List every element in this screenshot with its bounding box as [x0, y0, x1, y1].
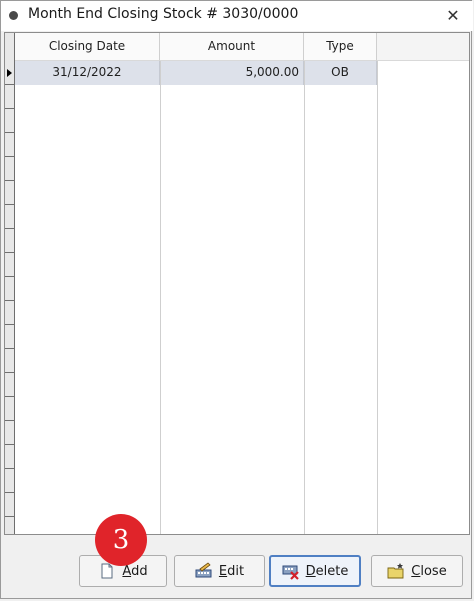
column-divider — [377, 61, 378, 534]
column-divider — [160, 61, 161, 534]
delete-x-icon — [282, 562, 300, 580]
window-title: Month End Closing Stock # 3030/0000 — [28, 6, 299, 22]
delete-button[interactable]: Delete — [269, 555, 361, 587]
row-indicator-cell[interactable] — [5, 445, 15, 469]
row-indicator-cell[interactable] — [5, 181, 15, 205]
app-icon — [9, 11, 18, 20]
edit-keyboard-icon — [195, 562, 213, 580]
column-divider — [304, 61, 305, 534]
current-row-arrow-icon — [7, 69, 12, 77]
folder-close-icon — [387, 562, 405, 580]
row-indicator-cell[interactable] — [5, 205, 15, 229]
title-bar: Month End Closing Stock # 3030/0000 ✕ — [1, 1, 473, 31]
edit-button-label: Edit — [218, 563, 245, 579]
closing-stock-window: Month End Closing Stock # 3030/0000 ✕ Cl… — [0, 0, 473, 599]
row-indicator-cell[interactable] — [5, 133, 15, 157]
grid-header: Closing Date Amount Type — [15, 33, 469, 61]
row-indicator-cell[interactable] — [5, 157, 15, 181]
column-header-type[interactable]: Type — [304, 33, 377, 61]
cell-type[interactable]: OB — [304, 61, 377, 85]
cell-closing-date[interactable]: 31/12/2022 — [15, 61, 160, 85]
column-header-amount[interactable]: Amount — [160, 33, 304, 61]
row-indicator-cell[interactable] — [5, 109, 15, 133]
row-indicator-cell[interactable] — [5, 373, 15, 397]
table-row[interactable]: 31/12/2022 5,000.00 OB — [15, 61, 377, 85]
closing-stock-grid[interactable]: Closing Date Amount Type 31/12/2022 5,00… — [4, 32, 470, 535]
row-indicator-cell[interactable] — [5, 397, 15, 421]
row-indicator-cell[interactable] — [5, 85, 15, 109]
row-indicator-cell[interactable] — [5, 325, 15, 349]
row-indicator-cell[interactable] — [5, 469, 15, 493]
header-filler — [377, 33, 469, 61]
current-row-indicator[interactable] — [5, 61, 15, 85]
row-indicator-column — [5, 33, 15, 534]
close-button-label: Close — [411, 563, 447, 579]
row-indicator-cell[interactable] — [5, 253, 15, 277]
delete-button-label: Delete — [305, 563, 349, 579]
close-button[interactable]: Close — [371, 555, 463, 587]
add-button-label: Add — [122, 563, 148, 579]
row-indicator-cell[interactable] — [5, 277, 15, 301]
row-indicator-cell[interactable] — [5, 301, 15, 325]
row-indicator-cell[interactable] — [5, 421, 15, 445]
edit-button[interactable]: Edit — [174, 555, 265, 587]
close-window-icon[interactable]: ✕ — [441, 4, 465, 28]
row-indicator-cell[interactable] — [5, 229, 15, 253]
row-indicator-cell[interactable] — [5, 493, 15, 517]
column-header-closing-date[interactable]: Closing Date — [15, 33, 160, 61]
step-number-badge: 3 — [95, 514, 147, 566]
row-indicator-cell[interactable] — [5, 349, 15, 373]
row-indicator-cell[interactable] — [5, 517, 15, 534]
cell-amount[interactable]: 5,000.00 — [160, 61, 304, 85]
